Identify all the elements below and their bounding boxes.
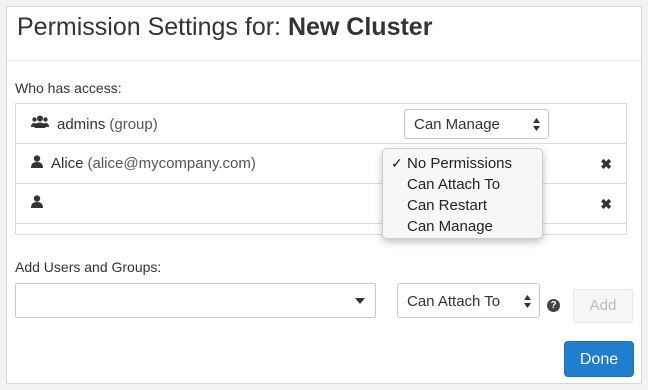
done-button[interactable]: Done (564, 341, 634, 377)
dropdown-option-can-manage[interactable]: Can Manage (383, 216, 542, 237)
permission-select-admins[interactable]: Can Manage (404, 109, 549, 139)
title-cluster-name: New Cluster (287, 13, 433, 41)
acl-principal: Alice (alice@mycompany.com) (31, 155, 256, 172)
option-label: No Permissions (407, 155, 513, 172)
add-users-label: Add Users and Groups: (15, 259, 162, 275)
chevron-down-icon (355, 298, 365, 304)
group-icon (31, 115, 49, 133)
acl-detail: (group) (109, 115, 158, 133)
add-user-select[interactable] (15, 283, 376, 318)
dialog-title: Permission Settings for: New Cluster (17, 13, 432, 42)
dropdown-option-can-attach-to[interactable]: Can Attach To (383, 174, 542, 195)
who-has-access-label: Who has access: (15, 80, 122, 96)
remove-icon[interactable]: ✖ (600, 156, 612, 173)
acl-principal (31, 195, 51, 212)
dropdown-option-no-permissions[interactable]: ✓ No Permissions (383, 153, 542, 174)
option-label: Can Manage (407, 218, 493, 235)
select-updown-icon (533, 118, 540, 131)
title-prefix: Permission Settings for: (17, 13, 281, 41)
title-divider (7, 60, 641, 61)
dropdown-option-can-restart[interactable]: Can Restart (383, 195, 542, 216)
user-icon (31, 155, 43, 172)
add-permission-select-value: Can Attach To (407, 293, 501, 310)
checkmark-icon: ✓ (391, 155, 403, 171)
remove-icon[interactable]: ✖ (600, 196, 612, 213)
add-button[interactable]: Add (573, 289, 633, 323)
acl-principal: admins (group) (31, 115, 158, 133)
acl-detail: (alice@mycompany.com) (87, 155, 256, 172)
user-icon (31, 195, 43, 212)
acl-row-admins: admins (group) Can Manage (16, 104, 626, 144)
acl-name: admins (57, 115, 106, 133)
option-label: Can Attach To (407, 176, 501, 193)
permission-dialog: Permission Settings for: New Cluster Who… (6, 6, 642, 384)
option-label: Can Restart (407, 197, 488, 214)
help-icon[interactable]: ? (547, 299, 560, 312)
select-updown-icon (524, 295, 531, 308)
permission-select-value: Can Manage (414, 116, 500, 133)
permission-dropdown-menu: ✓ No Permissions Can Attach To Can Resta… (382, 148, 543, 239)
acl-name: Alice (51, 155, 84, 172)
add-permission-select[interactable]: Can Attach To (397, 283, 540, 318)
